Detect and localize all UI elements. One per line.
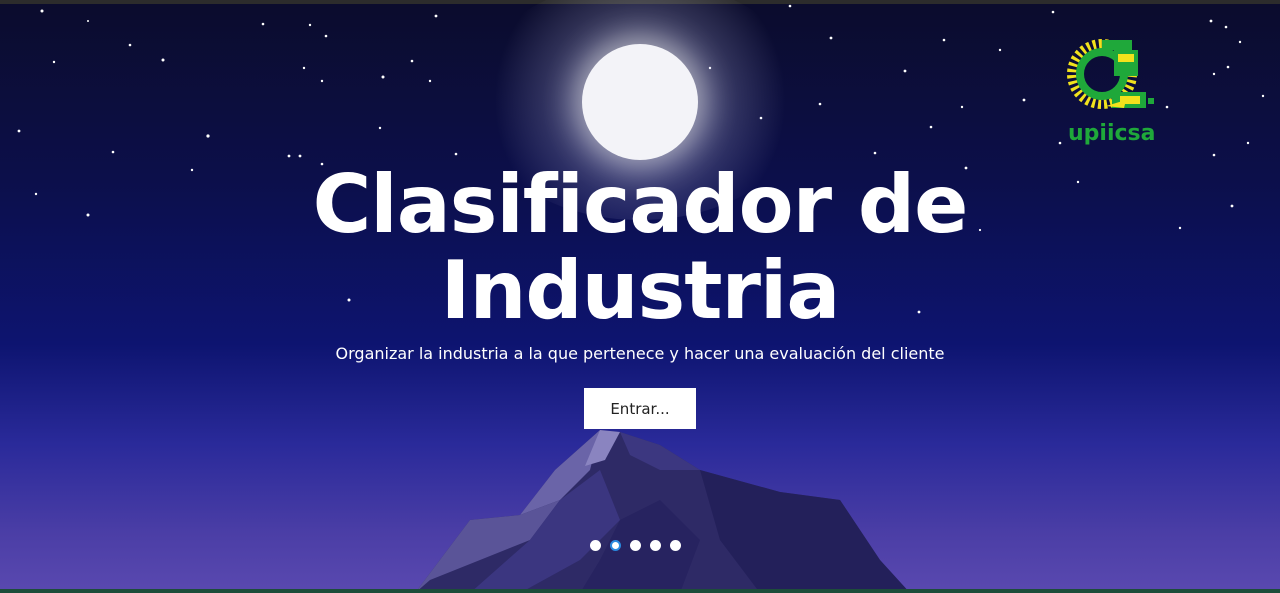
carousel-dot-2-active[interactable] bbox=[610, 540, 621, 551]
upiicsa-logo-icon: upiicsa bbox=[1067, 39, 1155, 146]
bottom-edge-bar bbox=[0, 589, 1280, 593]
carousel-dot-1[interactable] bbox=[590, 540, 601, 551]
logo-text: upiicsa bbox=[1068, 121, 1155, 146]
title-line-2: Industria bbox=[440, 244, 841, 337]
carousel-dot-4[interactable] bbox=[650, 540, 661, 551]
hero-subtitle: Organizar la industria a la que pertenec… bbox=[335, 344, 945, 363]
carousel-dot-5[interactable] bbox=[670, 540, 681, 551]
carousel-dot-3[interactable] bbox=[630, 540, 641, 551]
page-title: Clasificador de Industria bbox=[0, 162, 1280, 334]
enter-button[interactable]: Entrar... bbox=[584, 388, 696, 429]
title-line-1: Clasificador de bbox=[312, 158, 969, 251]
carousel-indicators bbox=[590, 540, 681, 551]
hero-banner: upiicsa Clasificador de Industria Organi… bbox=[0, 0, 1280, 593]
